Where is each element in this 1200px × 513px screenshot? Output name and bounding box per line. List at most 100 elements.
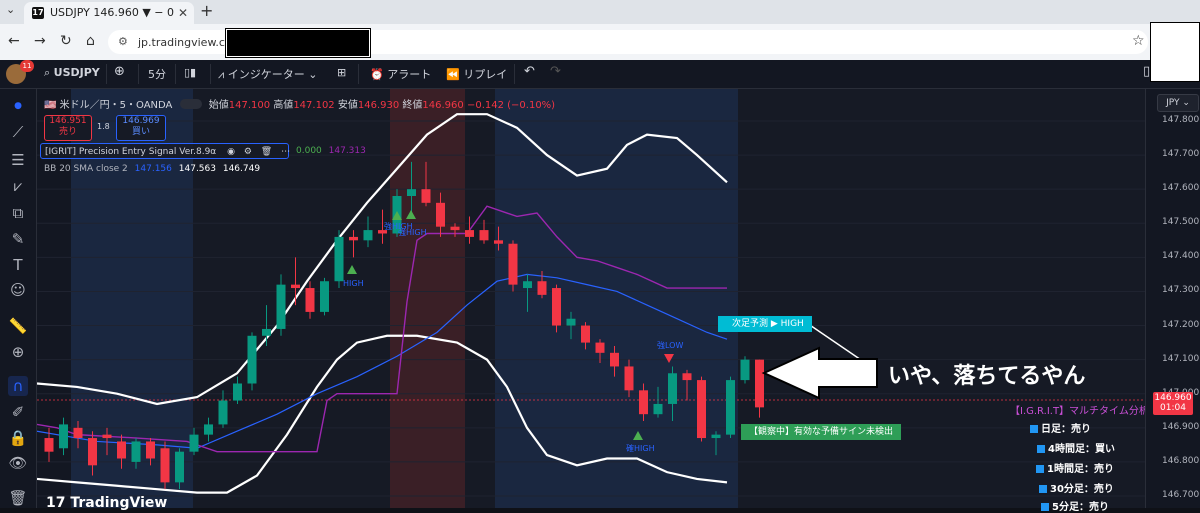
symbol-title: 米ドル／円・5・OANDA [59,100,173,111]
blue-square-icon [1037,445,1045,453]
text-tool-icon[interactable]: T [8,255,28,275]
alert-button[interactable]: ⏰ アラート [370,66,431,82]
candle-body [160,448,170,483]
bookmark-star-icon[interactable]: ☆ [1132,33,1145,49]
candle-type-icon[interactable]: ▯▮ [184,66,196,79]
price-tick: 147.800 [1162,115,1200,125]
alert-label: アラート [387,68,432,81]
candle-body [595,342,605,353]
trend-line-icon[interactable]: ⟋ [8,122,28,142]
new-tab-button[interactable]: + [200,1,213,20]
site-info-icon[interactable]: ⚙ [118,35,128,48]
more-icon[interactable]: ⋯ [281,147,290,157]
back-icon[interactable]: ← [8,33,20,49]
divider [106,64,107,84]
candle-body [494,240,503,244]
eye-icon[interactable]: 👁 [8,453,28,473]
symbol-search-button[interactable]: ⌕ USDJPY [44,66,100,80]
high-value: 147.102 [293,100,335,111]
replay-icon: ⏪ [446,68,464,81]
multitime-row-text: 4時間足：買い [1048,444,1115,455]
close-tab-icon[interactable]: ✕ [178,2,188,24]
buy-price: 146.969 [122,116,160,126]
pattern-icon[interactable]: ⩗ [8,176,28,196]
price-tick: 147.200 [1162,319,1200,330]
indicator-legend[interactable]: [IGRIT] Precision Entry Signal Ver.8.9α … [40,143,290,159]
candle-body [189,434,199,452]
browser-tab[interactable]: 17 USDJPY 146.960 ▼ − 0.62% 米 ✕ [24,2,194,24]
crosshair-icon[interactable]: ● [8,96,28,116]
session-bg [465,89,495,508]
divider [210,64,211,84]
interval-button[interactable]: 5分 [148,66,166,82]
compare-add-icon[interactable]: ⊕ [114,64,125,79]
stay-drawing-icon[interactable]: ✐ [8,402,28,422]
blue-square-icon [1039,485,1047,493]
signal-label-high: HIGH [343,279,364,288]
bb-legend[interactable]: BB 20 SMA close 2 147.156 147.563 146.74… [44,164,260,174]
candle-body [262,328,271,336]
tradingview-watermark: 17 TradingView [46,495,167,511]
candle-body [581,325,590,343]
candle-body [566,318,576,326]
forward-icon[interactable]: → [34,33,46,49]
buy-button[interactable]: 146.969 買い [116,115,166,141]
replay-label: リプレイ [463,68,508,81]
candle-body [102,434,112,439]
settings-gear-icon[interactable]: ⚙ [244,147,252,157]
flag-icon: 🇺🇸 [44,100,57,111]
replay-button[interactable]: ⏪ リプレイ [446,66,507,82]
trash-icon[interactable]: 🗑 [8,488,28,508]
multitime-row-4h: 4時間足：買い [1037,440,1115,455]
bb-label: BB 20 SMA close 2 [44,164,128,174]
blue-square-icon [1036,465,1044,473]
multitime-row-text: 1時間足：売り [1047,464,1114,475]
price-tick: 147.300 [1162,285,1200,296]
candle-body [334,236,344,282]
reload-icon[interactable]: ↻ [60,33,72,49]
undo-icon[interactable]: ↶ [524,64,535,79]
tab-title: USDJPY 146.960 ▼ − 0.62% 米 [50,6,175,19]
multitime-row-1h: 1時間足：売り [1036,460,1114,475]
emoji-icon[interactable]: ☺ [8,280,28,300]
candle-body [233,383,242,401]
indicators-button[interactable]: ⩘ インジケーター ⌄ [218,66,317,82]
zoom-in-icon[interactable]: ⊕ [8,342,28,362]
close-value: 146.960 [422,100,464,111]
indicator-value-1: 0.000 [296,146,322,156]
ruler-icon[interactable]: 📏 [8,316,28,336]
sell-button[interactable]: 146.951 売り [44,115,92,141]
sell-price: 146.951 [49,116,87,126]
layout-grid-icon[interactable]: ⊞ [337,66,346,79]
spread-value: 1.8 [97,122,110,131]
current-price-tag: 146.960 01:04 [1153,392,1193,415]
watching-status-label: 【観察中】有効な予備サイン未検出 [741,424,902,440]
eye-icon[interactable]: ◉ [227,147,235,157]
lock-icon[interactable]: 🔒 [8,428,28,448]
candle-body [247,335,257,384]
price-tick: 147.100 [1162,353,1200,364]
candle-body [639,390,648,415]
brush-icon[interactable]: ✎ [8,229,28,249]
magnet-icon[interactable]: ∩ [8,376,28,396]
multitime-row-30m: 30分足：売り [1039,480,1114,495]
candle-body [711,434,721,439]
fib-retracement-icon[interactable]: ☰ [8,150,28,170]
next-bar-prediction-label: 次足予測 ▶ HIGH [718,316,812,332]
redo-icon[interactable]: ↷ [550,64,561,79]
candle-body [291,284,300,289]
delete-icon[interactable]: 🗑 [261,147,272,157]
candle-body [479,230,489,241]
symbol-legend[interactable]: 🇺🇸 米ドル／円・5・OANDA 始値147.100 高値147.102 安値1… [44,96,555,111]
prediction-tool-icon[interactable]: ⧉ [8,203,28,223]
currency-select[interactable]: JPY ⌄ [1157,94,1199,112]
candle-body [624,366,634,391]
annotation-arrow-left-icon [761,346,878,400]
candle-body [537,281,547,295]
session-bg [495,89,738,508]
tab-search-icon[interactable]: ⌄ [6,3,15,16]
home-icon[interactable]: ⌂ [86,33,95,49]
bb-lower-value: 146.749 [222,164,261,174]
candle-body [276,284,286,329]
current-price-value: 146.960 [1154,393,1192,403]
